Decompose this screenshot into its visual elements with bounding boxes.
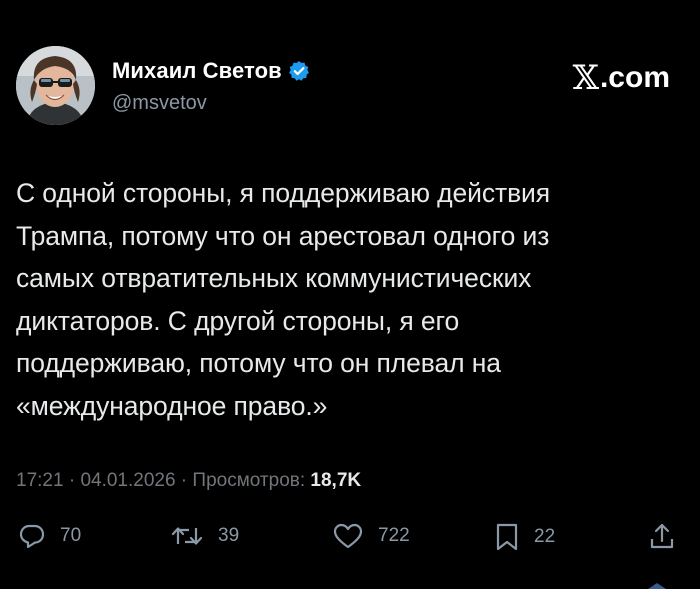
bookmark-count: 22 bbox=[534, 526, 556, 547]
tweet-time[interactable]: 17:21 bbox=[16, 470, 64, 491]
verified-badge-icon bbox=[288, 60, 310, 82]
heart-icon bbox=[332, 522, 364, 550]
avatar[interactable] bbox=[16, 46, 95, 125]
share-icon bbox=[648, 522, 676, 552]
display-name-text: Михаил Светов bbox=[112, 58, 282, 83]
tweet-meta: 17:21 · 04.01.2026 · Просмотров: 18,7K bbox=[16, 470, 361, 492]
repost-count: 39 bbox=[218, 525, 240, 546]
views-count: 18,7K bbox=[310, 470, 362, 491]
site-label-suffix: .com bbox=[599, 61, 670, 94]
repost-button[interactable]: 39 bbox=[170, 522, 239, 550]
display-name[interactable]: Михаил Светов bbox=[112, 58, 310, 84]
tweet-date[interactable]: 04.01.2026 bbox=[80, 470, 175, 491]
site-label: 𝕏 .com bbox=[573, 58, 670, 98]
reply-icon bbox=[18, 522, 46, 550]
meta-separator: · bbox=[63, 470, 81, 491]
scroll-indicator bbox=[648, 583, 666, 589]
bookmark-button[interactable]: 22 bbox=[494, 522, 555, 552]
reply-count: 70 bbox=[60, 525, 82, 546]
views-label: Просмотров: bbox=[192, 470, 311, 491]
tweet-text: С одной стороны, я поддерживаю действия … bbox=[16, 178, 550, 421]
x-logo-icon: 𝕏 bbox=[572, 58, 599, 98]
meta-separator: · bbox=[175, 470, 193, 491]
action-bar: 70 39 722 22 bbox=[0, 522, 700, 566]
like-button[interactable]: 722 bbox=[332, 522, 410, 550]
bookmark-icon bbox=[494, 522, 520, 552]
share-button[interactable] bbox=[648, 522, 676, 552]
reply-button[interactable]: 70 bbox=[18, 522, 81, 550]
repost-icon bbox=[170, 522, 204, 550]
like-count: 722 bbox=[378, 525, 410, 546]
user-handle[interactable]: @msvetov bbox=[112, 92, 207, 115]
